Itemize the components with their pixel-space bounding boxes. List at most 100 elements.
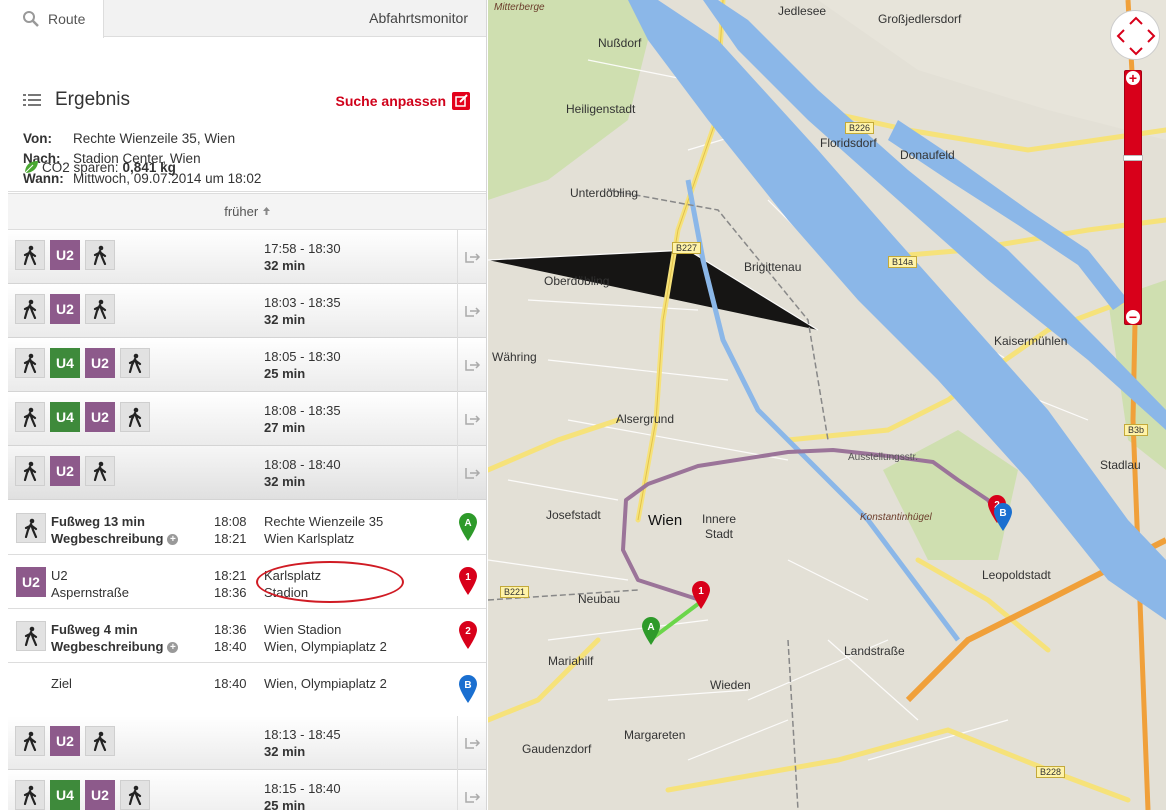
connection-times: 18:08 - 18:35 27 min <box>264 402 341 436</box>
connection-row-selected[interactable]: U2 18:08 - 18:40 32 min <box>8 446 486 500</box>
detail-place-from: Rechte Wienzeile 35 <box>264 514 384 529</box>
map-pan-control[interactable] <box>1110 10 1160 60</box>
open-details-button[interactable] <box>457 770 486 810</box>
detail-title: Fußweg 13 min <box>51 514 145 529</box>
connection-row[interactable]: U2 18:03 - 18:35 32 min <box>8 284 486 338</box>
tab-abfahrtsmonitor[interactable]: Abfahrtsmonitor <box>369 10 468 26</box>
route-marker-1[interactable]: 1 <box>457 566 479 596</box>
list-icon <box>23 94 41 106</box>
connection-times: 18:05 - 18:30 25 min <box>264 348 341 382</box>
detail-row: Fußweg 13 min Wegbeschreibung +18:08 18:21 R… <box>8 501 486 555</box>
connection-time-range: 18:08 - 18:40 <box>264 457 341 472</box>
result-title-text: Ergebnis <box>55 89 130 110</box>
transport-icons: U2 <box>15 240 120 270</box>
tab-bar: Route Abfahrtsmonitor <box>8 0 486 38</box>
map-base <box>488 0 1166 810</box>
open-details-button[interactable] <box>457 446 486 500</box>
highlight-oval <box>256 561 404 603</box>
from-value: Rechte Wienzeile 35, Wien <box>73 131 236 146</box>
map-marker-b[interactable]: B <box>992 502 1014 532</box>
detail-places: Rechte Wienzeile 35 Wien Karlsplatz <box>264 513 383 547</box>
detail-place-to: Wien, Olympiaplatz 2 <box>264 639 387 654</box>
adjust-search-button[interactable]: Suche anpassen <box>335 92 470 110</box>
open-details-button[interactable] <box>457 284 486 338</box>
export-arrow-icon <box>464 252 480 263</box>
walk-icon <box>85 726 115 756</box>
map-label-kaisermuehlen: Kaisermühlen <box>994 334 1068 348</box>
adjust-search-label: Suche anpassen <box>335 93 447 109</box>
route-marker-label: B <box>464 680 471 691</box>
connection-row[interactable]: U2 18:13 - 18:45 32 min <box>8 716 486 770</box>
line-badge-u2: U2 <box>50 294 80 324</box>
connection-row[interactable]: U2 17:58 - 18:30 32 min <box>8 230 486 284</box>
map[interactable]: Mitterberge Jedlesee Großjedlersdorf Nuß… <box>488 0 1166 810</box>
zoom-slider[interactable]: + − <box>1123 70 1143 325</box>
map-marker-1-label: 1 <box>698 586 704 597</box>
map-label-stadlau: Stadlau <box>1100 458 1141 472</box>
route-marker-b[interactable]: B <box>457 674 479 704</box>
transport-icons: U2 <box>15 294 120 324</box>
route-panel: Route Abfahrtsmonitor Ergebnis Suche anp… <box>8 0 487 810</box>
connection-row[interactable]: U4 U2 18:05 - 18:30 25 min <box>8 338 486 392</box>
from-label: Von: <box>23 131 52 146</box>
pan-arrows-icon <box>1116 16 1156 56</box>
walk-icon <box>85 456 115 486</box>
tab-route-label: Route <box>48 11 86 27</box>
connection-time-range: 18:13 - 18:45 <box>264 727 341 742</box>
detail-time-arr: 18:36 <box>214 585 247 600</box>
detail-title: Ziel <box>51 676 72 691</box>
detail-row: U2 U2 Aspernstraße 18:21 18:36 Karlsplatz Stad… <box>8 555 486 609</box>
map-label-leopoldstadt: Leopoldstadt <box>982 568 1051 582</box>
open-details-button[interactable] <box>457 392 486 446</box>
open-details-button[interactable] <box>457 230 486 284</box>
walk-icon <box>15 780 45 810</box>
road-b3b: B3b <box>1124 424 1149 436</box>
directions-link[interactable]: Wegbeschreibung + <box>51 638 179 655</box>
zoom-in-button[interactable]: + <box>1125 70 1141 86</box>
connection-times: 18:15 - 18:40 25 min <box>264 780 341 810</box>
transport-icons: U4 U2 <box>15 780 155 810</box>
connection-row[interactable]: U4 U2 18:08 - 18:35 27 min <box>8 392 486 446</box>
zoom-out-button[interactable]: − <box>1125 309 1141 325</box>
detail-description: Ziel <box>51 675 72 692</box>
map-label-waehring: Währing <box>492 350 537 364</box>
route-marker-2[interactable]: 2 <box>457 620 479 650</box>
connection-time-range: 17:58 - 18:30 <box>264 241 341 256</box>
map-label-unterdoebling: Unterdöbling <box>570 186 639 200</box>
walk-icon <box>15 456 45 486</box>
route-marker-a[interactable]: A <box>457 512 479 542</box>
map-label-josefstadt: Josefstadt <box>546 508 601 522</box>
map-marker-a[interactable]: A <box>640 616 662 646</box>
map-label-mitterberge: Mitterberge <box>494 2 545 13</box>
directions-link[interactable]: Wegbeschreibung + <box>51 530 179 547</box>
connection-times: 17:58 - 18:30 32 min <box>264 240 341 274</box>
map-label-nussdorf: Nußdorf <box>598 36 642 50</box>
edit-icon <box>452 92 470 110</box>
tab-route[interactable]: Route <box>8 0 104 38</box>
zoom-slider-handle[interactable] <box>1123 155 1143 161</box>
earlier-label: früher <box>224 204 259 219</box>
route-marker-label: A <box>464 518 471 529</box>
connection-duration: 32 min <box>264 258 306 273</box>
route-marker-label: 2 <box>465 626 471 637</box>
map-label-donaufeld: Donaufeld <box>900 148 955 162</box>
map-label-floridsdorf: Floridsdorf <box>820 136 877 150</box>
map-marker-b-label: B <box>999 508 1006 519</box>
line-badge-u4: U4 <box>50 348 80 378</box>
walk-icon <box>85 240 115 270</box>
map-label-innere-stadt: Innere Stadt <box>702 512 737 541</box>
line-badge-u2: U2 <box>50 726 80 756</box>
map-label-jedlesee: Jedlesee <box>778 4 827 18</box>
connection-times: 18:13 - 18:45 32 min <box>264 726 341 760</box>
connection-row[interactable]: U4 U2 18:15 - 18:40 25 min <box>8 770 486 810</box>
walk-icon <box>15 348 45 378</box>
open-details-button[interactable] <box>457 338 486 392</box>
road-b226: B226 <box>845 122 875 134</box>
line-badge-u4: U4 <box>50 780 80 810</box>
earlier-button[interactable]: früher <box>8 193 486 230</box>
open-details-button[interactable] <box>457 716 486 770</box>
map-marker-1[interactable]: 1 <box>690 580 712 610</box>
export-arrow-icon <box>464 738 480 749</box>
map-label-wien: Wien <box>648 512 683 529</box>
map-label-ausstellungsstr: Ausstellungsstr. <box>848 452 919 463</box>
